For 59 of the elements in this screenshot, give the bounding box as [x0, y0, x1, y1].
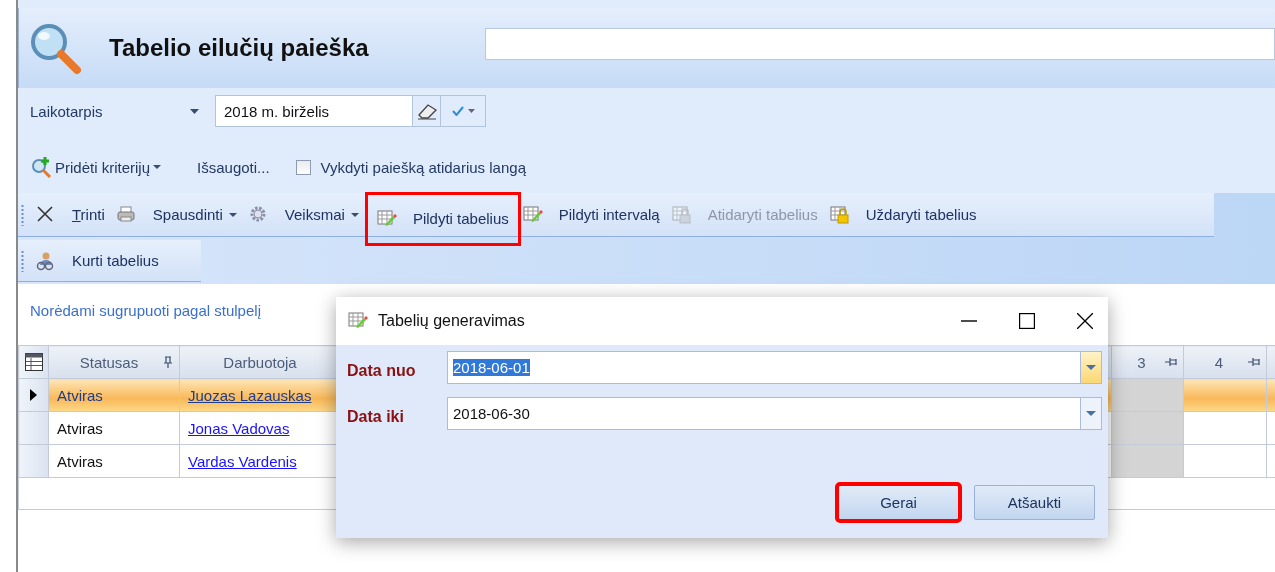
toolbar-command[interactable]: Trinti	[32, 194, 113, 235]
table-cell: Atviras	[48, 378, 180, 412]
pencil-grid-icon	[376, 208, 397, 229]
maximize-icon	[1019, 313, 1035, 329]
ok-button[interactable]: Gerai	[838, 485, 959, 520]
people-icon	[36, 250, 56, 271]
close-icon	[1077, 313, 1093, 329]
row-indicator[interactable]	[18, 378, 49, 412]
field-label: Data iki	[347, 407, 405, 426]
column-header[interactable]: Darbuotoja	[179, 345, 337, 379]
add-criteria-button[interactable]: Pridėti kriterijų	[30, 156, 162, 178]
toolbar-command: Atidaryti tabelius	[667, 194, 826, 235]
toolbar-command[interactable]: Kurti tabelius	[32, 240, 167, 281]
toolbar-command[interactable]: Spausdinti	[112, 194, 245, 235]
column-header[interactable]: Statusas	[48, 345, 180, 379]
pencil-grid-icon	[348, 311, 368, 331]
arrow-icon	[30, 389, 37, 401]
caret-icon	[153, 165, 162, 169]
clear-button[interactable]	[413, 95, 441, 127]
period-field[interactable]: 2018 m. birželis	[215, 95, 413, 127]
period-label: Laikotarpis	[30, 102, 104, 120]
cancel-button[interactable]: Atšaukti	[974, 485, 1095, 520]
date-field[interactable]: 2018-06-01	[447, 351, 1080, 384]
table-icon	[24, 353, 43, 371]
caret-icon	[467, 109, 475, 113]
search-field[interactable]	[485, 28, 1275, 60]
dropdown-button[interactable]	[1080, 397, 1102, 430]
caret-icon	[190, 108, 199, 114]
toolbar-command[interactable]: Pildyti intervalą	[518, 194, 668, 235]
caret-icon	[350, 212, 359, 217]
minimize-icon	[961, 320, 977, 322]
field-label: Data nuo	[347, 361, 417, 380]
save-button[interactable]: Išsaugoti...	[197, 158, 270, 176]
column-header[interactable]: 4	[1183, 345, 1267, 379]
eraser-icon	[415, 102, 438, 120]
checkbox[interactable]	[295, 159, 311, 175]
toolbar-command[interactable]: Pildyti tabelius	[366, 193, 519, 244]
caret-icon	[1086, 365, 1096, 370]
lock-grid-icon	[829, 204, 850, 225]
search-plus-icon	[30, 156, 52, 178]
column-chooser[interactable]	[18, 345, 49, 379]
table-cell: Atviras	[48, 444, 180, 478]
pencil-grid-icon	[522, 204, 543, 225]
caret-icon	[228, 212, 237, 217]
check-icon	[451, 106, 464, 116]
page-title: Tabelio eilučių paieška	[109, 34, 369, 62]
dialog-title: Tabelių generavimas	[378, 312, 525, 330]
dropdown-button[interactable]	[1080, 351, 1102, 384]
date-field[interactable]: 2018-06-30	[447, 397, 1080, 430]
printer-icon	[116, 204, 137, 225]
toolbar-command[interactable]: Veiksmai	[244, 194, 367, 235]
checkbox-label: Vykdyti paiešką atidarius langą	[320, 158, 526, 176]
grip-icon	[21, 203, 24, 226]
table-cell: Atviras	[48, 411, 180, 445]
toolbar-command[interactable]: Uždaryti tabelius	[825, 194, 985, 235]
lock-grid-icon	[671, 204, 692, 225]
column-header[interactable]: 3	[1111, 345, 1184, 379]
group-hint: Norėdami sugrupuoti pagal stulpelį	[30, 302, 261, 319]
grip-icon	[21, 249, 24, 272]
